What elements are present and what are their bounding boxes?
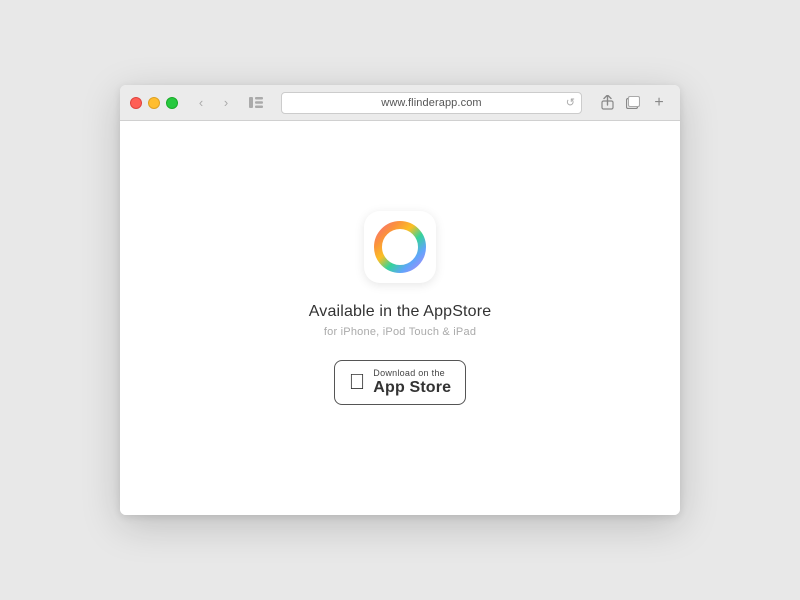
app-store-label: App Store <box>373 379 451 397</box>
traffic-lights <box>130 97 178 109</box>
download-on-label: Download on the <box>373 368 445 379</box>
sidebar-button[interactable] <box>245 92 267 114</box>
title-bar: ‹ › www.flinderapp.com ↺ <box>120 85 680 121</box>
tab-overview-button[interactable] <box>622 92 644 114</box>
share-button[interactable] <box>596 92 618 114</box>
back-button[interactable]: ‹ <box>190 92 212 114</box>
appstore-badge-button[interactable]:  Download on the App Store <box>334 360 466 404</box>
app-icon-graphic <box>372 219 428 275</box>
nav-buttons: ‹ › <box>190 92 237 114</box>
apple-logo-icon:  <box>349 371 366 393</box>
available-text: Available in the AppStore <box>309 303 492 321</box>
address-bar[interactable]: www.flinderapp.com ↺ <box>281 92 582 114</box>
maximize-button[interactable] <box>166 97 178 109</box>
close-button[interactable] <box>130 97 142 109</box>
reload-button[interactable]: ↺ <box>566 96 575 109</box>
page-content: Available in the AppStore for iPhone, iP… <box>120 121 680 515</box>
toolbar-right: + <box>596 92 670 114</box>
forward-button[interactable]: › <box>215 92 237 114</box>
address-bar-wrap: www.flinderapp.com ↺ <box>281 92 582 114</box>
subtitle-text: for iPhone, iPod Touch & iPad <box>324 326 476 338</box>
add-tab-button[interactable]: + <box>648 92 670 114</box>
badge-text: Download on the App Store <box>373 368 451 396</box>
minimize-button[interactable] <box>148 97 160 109</box>
app-icon <box>364 211 436 283</box>
url-text: www.flinderapp.com <box>381 97 481 109</box>
browser-window: ‹ › www.flinderapp.com ↺ <box>120 85 680 515</box>
